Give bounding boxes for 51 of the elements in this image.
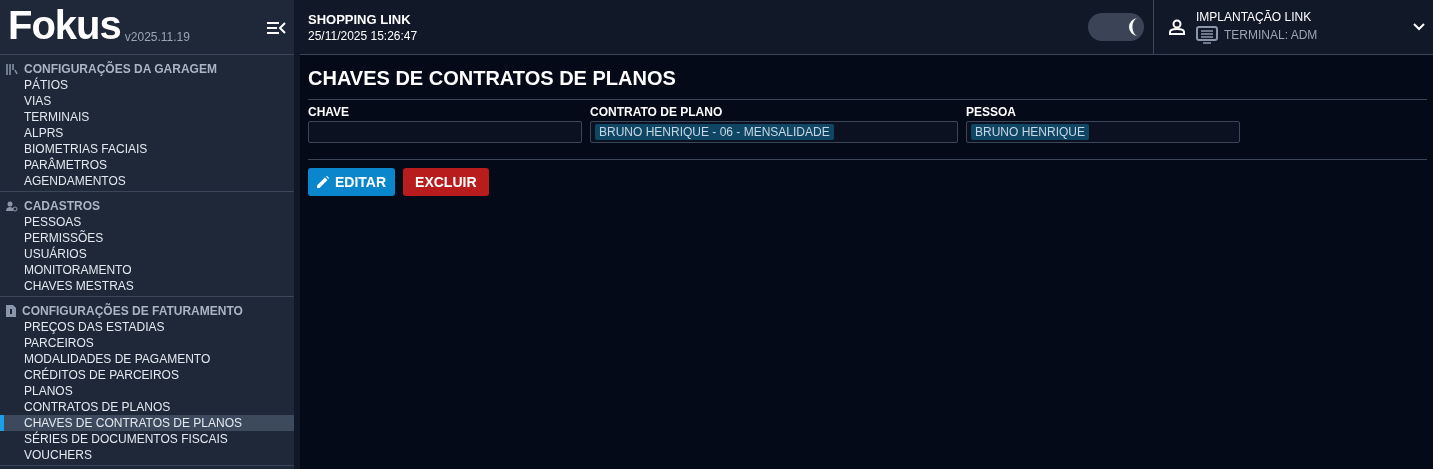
sidebar-item[interactable]: PREÇOS DAS ESTADIAS — [0, 319, 294, 335]
sidebar-item[interactable]: PÁTIOS — [0, 77, 294, 93]
monitor-icon — [1196, 26, 1218, 44]
pencil-icon — [317, 176, 329, 188]
field-label: CONTRATO DE PLANO — [590, 105, 724, 119]
field-label: CHAVE — [308, 105, 351, 119]
section-title: CADASTROS — [24, 199, 100, 213]
sidebar-item[interactable]: ALPRS — [0, 125, 294, 141]
chevron-down-icon[interactable] — [1413, 23, 1425, 31]
sidebar-item[interactable]: USUÁRIOS — [0, 246, 294, 262]
date-time: 25/11/2025 15:26:47 — [308, 28, 419, 43]
menu-icon[interactable] — [266, 21, 286, 35]
user-icon — [1168, 19, 1186, 35]
sidebar-item[interactable]: PERMISSÕES — [0, 230, 294, 246]
sidebar-item[interactable]: CHAVES DE CONTRATOS DE PLANOS — [0, 415, 294, 431]
store-title: SHOPPING LINK — [308, 11, 412, 27]
tag: BRUNO HENRIQUE — [971, 124, 1089, 140]
logo: Fokus — [8, 5, 121, 45]
input-field[interactable] — [308, 121, 582, 143]
sidebar-item[interactable]: TERMINAIS — [0, 109, 294, 125]
user-name: IMPLANTAÇÃO LINK — [1196, 10, 1313, 24]
sidebar-item[interactable]: PARCEIROS — [0, 335, 294, 351]
sliders-icon — [6, 63, 18, 75]
sidebar-item[interactable]: MODALIDADES DE PAGAMENTO — [0, 351, 294, 367]
sidebar-item[interactable]: AGENDAMENTOS — [0, 173, 294, 189]
section-title: CONFIGURAÇÕES DE FATURAMENTO — [22, 304, 243, 318]
edit-button[interactable]: EDITAR — [308, 168, 396, 196]
sidebar-item[interactable]: CRÉDITOS DE PARCEIROS — [0, 367, 294, 383]
sidebar-item[interactable]: CONTRATOS DE PLANOS — [0, 399, 294, 415]
sidebar-item[interactable]: MONITORAMENTO — [0, 262, 294, 278]
sidebar-item[interactable]: SÉRIES DE DOCUMENTOS FISCAIS — [0, 431, 294, 447]
delete-button[interactable]: EXCLUIR — [403, 168, 489, 196]
terminal-label: TERMINAL: ADM — [1224, 28, 1318, 42]
dark-mode-toggle[interactable] — [1088, 13, 1144, 41]
input-field[interactable]: BRUNO HENRIQUE - 06 - MENSALIDADE — [590, 121, 958, 143]
document-icon — [6, 305, 16, 317]
input-field[interactable]: BRUNO HENRIQUE — [966, 121, 1240, 143]
moon-icon — [1129, 18, 1138, 36]
section-title: CONFIGURAÇÕES DA GARAGEM — [24, 62, 217, 76]
sidebar-item[interactable]: PESSOAS — [0, 214, 294, 230]
sidebar-item[interactable]: VIAS — [0, 93, 294, 109]
field-label: PESSOA — [966, 105, 1017, 119]
sidebar-item[interactable]: VOUCHERS — [0, 447, 294, 463]
sidebar-item[interactable]: CHAVES MESTRAS — [0, 278, 294, 294]
sidebar-item[interactable]: PLANOS — [0, 383, 294, 399]
tag: BRUNO HENRIQUE - 06 - MENSALIDADE — [595, 124, 834, 140]
sidebar-item[interactable]: PARÂMETROS — [0, 157, 294, 173]
page-title: CHAVES DE CONTRATOS DE PLANOS — [308, 67, 677, 90]
version-label: v2025.11.19 — [124, 30, 190, 44]
sidebar-item[interactable]: BIOMETRIAS FACIAIS — [0, 141, 294, 157]
people-icon — [6, 200, 18, 212]
